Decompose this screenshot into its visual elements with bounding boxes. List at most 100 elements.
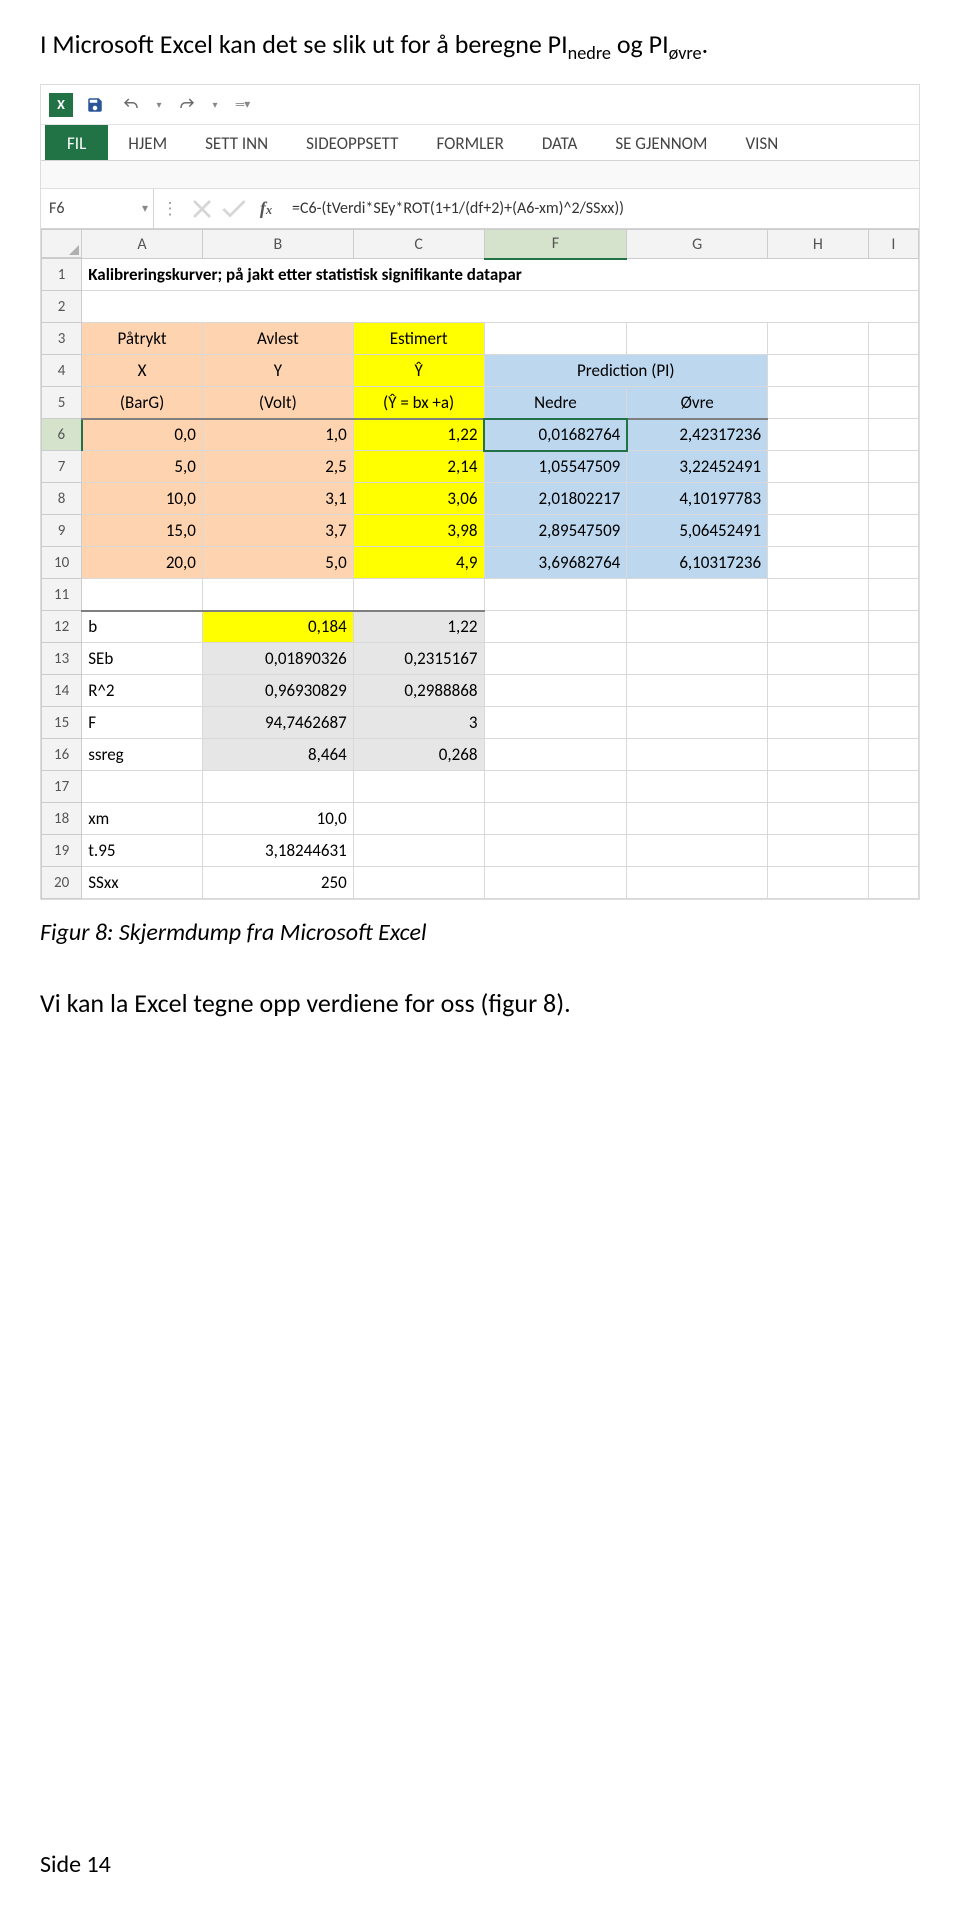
cell-b19[interactable]: 3,18244631 bbox=[202, 835, 353, 867]
cell-b13[interactable]: 0,01890326 bbox=[202, 643, 353, 675]
cell-b14[interactable]: 0,96930829 bbox=[202, 675, 353, 707]
cell-i8[interactable] bbox=[868, 483, 918, 515]
cell-g17[interactable] bbox=[627, 771, 768, 803]
cell-c11[interactable] bbox=[353, 579, 484, 611]
cell-f5[interactable]: Nedre bbox=[484, 387, 627, 419]
cell-a17[interactable] bbox=[82, 771, 203, 803]
cell-g18[interactable] bbox=[627, 803, 768, 835]
cell-a10[interactable]: 20,0 bbox=[82, 547, 203, 579]
tab-data[interactable]: DATA bbox=[524, 125, 596, 160]
rowhead-7[interactable]: 7 bbox=[42, 451, 82, 483]
rowhead-19[interactable]: 19 bbox=[42, 835, 82, 867]
cell-b15[interactable]: 94,7462687 bbox=[202, 707, 353, 739]
cell-h16[interactable] bbox=[768, 739, 869, 771]
cell-f20[interactable] bbox=[484, 867, 627, 899]
cell-g12[interactable] bbox=[627, 611, 768, 643]
tab-hjem[interactable]: HJEM bbox=[110, 125, 185, 160]
cell-f11[interactable] bbox=[484, 579, 627, 611]
spreadsheet-grid[interactable]: A B C F G H I 1 Kalibreringskurver; på j… bbox=[41, 229, 919, 899]
cell-c17[interactable] bbox=[353, 771, 484, 803]
cell-b4[interactable]: Y bbox=[202, 355, 353, 387]
cell-c15[interactable]: 3 bbox=[353, 707, 484, 739]
redo-dropdown-icon[interactable]: ▾ bbox=[209, 91, 221, 119]
undo-dropdown-icon[interactable]: ▾ bbox=[153, 91, 165, 119]
cell-g5[interactable]: Øvre bbox=[627, 387, 768, 419]
name-box-dropdown-icon[interactable]: ▾ bbox=[137, 201, 153, 216]
cell-i15[interactable] bbox=[868, 707, 918, 739]
cell-c13[interactable]: 0,2315167 bbox=[353, 643, 484, 675]
cell-g9[interactable]: 5,06452491 bbox=[627, 515, 768, 547]
cell-b8[interactable]: 3,1 bbox=[202, 483, 353, 515]
cell-c5[interactable]: (Ŷ = bx +a) bbox=[353, 387, 484, 419]
cell-a8[interactable]: 10,0 bbox=[82, 483, 203, 515]
cell-c9[interactable]: 3,98 bbox=[353, 515, 484, 547]
cell-b11[interactable] bbox=[202, 579, 353, 611]
rowhead-14[interactable]: 14 bbox=[42, 675, 82, 707]
cell-g10[interactable]: 6,10317236 bbox=[627, 547, 768, 579]
save-button[interactable] bbox=[81, 91, 109, 119]
cell-i5[interactable] bbox=[868, 387, 918, 419]
cell-a19[interactable]: t.95 bbox=[82, 835, 203, 867]
cell-i17[interactable] bbox=[868, 771, 918, 803]
cell-i9[interactable] bbox=[868, 515, 918, 547]
cell-f17[interactable] bbox=[484, 771, 627, 803]
cell-a5[interactable]: (BarG) bbox=[82, 387, 203, 419]
colhead-g[interactable]: G bbox=[627, 230, 768, 259]
cell-f13[interactable] bbox=[484, 643, 627, 675]
cell-i4[interactable] bbox=[868, 355, 918, 387]
cell-h10[interactable] bbox=[768, 547, 869, 579]
redo-button[interactable] bbox=[173, 91, 201, 119]
cell-c6[interactable]: 1,22 bbox=[353, 419, 484, 451]
cell-i12[interactable] bbox=[868, 611, 918, 643]
cell-i13[interactable] bbox=[868, 643, 918, 675]
cancel-formula-button[interactable] bbox=[186, 189, 218, 228]
cell-i3[interactable] bbox=[868, 323, 918, 355]
rowhead-3[interactable]: 3 bbox=[42, 323, 82, 355]
tab-fil[interactable]: FIL bbox=[45, 125, 108, 160]
cell-c8[interactable]: 3,06 bbox=[353, 483, 484, 515]
rowhead-5[interactable]: 5 bbox=[42, 387, 82, 419]
cell-i18[interactable] bbox=[868, 803, 918, 835]
cell-c7[interactable]: 2,14 bbox=[353, 451, 484, 483]
tab-visning[interactable]: VISN bbox=[727, 125, 796, 160]
cell-i10[interactable] bbox=[868, 547, 918, 579]
cell-c20[interactable] bbox=[353, 867, 484, 899]
cell-c10[interactable]: 4,9 bbox=[353, 547, 484, 579]
cell-b20[interactable]: 250 bbox=[202, 867, 353, 899]
cell-a18[interactable]: xm bbox=[82, 803, 203, 835]
cell-f3[interactable] bbox=[484, 323, 627, 355]
enter-formula-button[interactable] bbox=[218, 189, 250, 228]
cell-b17[interactable] bbox=[202, 771, 353, 803]
cell-c14[interactable]: 0,2988868 bbox=[353, 675, 484, 707]
cell-empty[interactable] bbox=[82, 291, 919, 323]
rowhead-10[interactable]: 10 bbox=[42, 547, 82, 579]
rowhead-11[interactable]: 11 bbox=[42, 579, 82, 611]
cell-g15[interactable] bbox=[627, 707, 768, 739]
cell-f6[interactable]: 0,01682764 bbox=[484, 419, 627, 451]
cell-a11[interactable] bbox=[82, 579, 203, 611]
cell-b16[interactable]: 8,464 bbox=[202, 739, 353, 771]
cell-a9[interactable]: 15,0 bbox=[82, 515, 203, 547]
rowhead-15[interactable]: 15 bbox=[42, 707, 82, 739]
cell-h6[interactable] bbox=[768, 419, 869, 451]
cell-i16[interactable] bbox=[868, 739, 918, 771]
cell-f8[interactable]: 2,01802217 bbox=[484, 483, 627, 515]
cell-c16[interactable]: 0,268 bbox=[353, 739, 484, 771]
cell-h9[interactable] bbox=[768, 515, 869, 547]
cell-h5[interactable] bbox=[768, 387, 869, 419]
cell-g6[interactable]: 2,42317236 bbox=[627, 419, 768, 451]
cell-g16[interactable] bbox=[627, 739, 768, 771]
cell-i11[interactable] bbox=[868, 579, 918, 611]
undo-button[interactable] bbox=[117, 91, 145, 119]
cell-g3[interactable] bbox=[627, 323, 768, 355]
cell-i6[interactable] bbox=[868, 419, 918, 451]
cell-f18[interactable] bbox=[484, 803, 627, 835]
cell-h18[interactable] bbox=[768, 803, 869, 835]
cell-b18[interactable]: 10,0 bbox=[202, 803, 353, 835]
cell-a15[interactable]: F bbox=[82, 707, 203, 739]
cell-h17[interactable] bbox=[768, 771, 869, 803]
cell-i19[interactable] bbox=[868, 835, 918, 867]
cell-a13[interactable]: SEb bbox=[82, 643, 203, 675]
formula-options-icon[interactable]: ⋮ bbox=[154, 189, 186, 228]
cell-a4[interactable]: X bbox=[82, 355, 203, 387]
